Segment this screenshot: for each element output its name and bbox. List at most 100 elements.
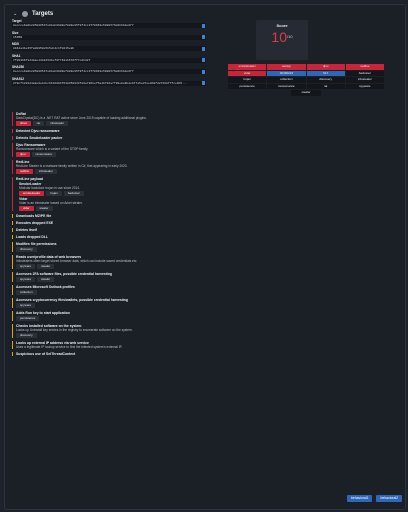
- chevron-down-icon[interactable]: ⌄: [13, 11, 18, 17]
- signature-tags: djvu ransomware: [16, 152, 392, 157]
- signature-title: Suspicious use of SetThreadContext: [16, 352, 76, 356]
- tag-chip[interactable]: rat: [306, 83, 345, 89]
- signature-item[interactable]: Accesses Microsoft Outlook profiles colle…: [12, 285, 392, 295]
- tag-chip[interactable]: collection: [267, 77, 306, 83]
- signature-desc: DarkCrystal(DC) is a .NET RAT active sin…: [16, 116, 147, 120]
- signature-desc: Uses a legitimate IP lookup service to f…: [16, 345, 123, 349]
- signature-tag[interactable]: spyware: [16, 277, 36, 282]
- signature-tags: vidar stealer: [19, 206, 392, 211]
- tag-row: stealer: [228, 90, 384, 96]
- signature-item[interactable]: DcRat DarkCrystal(DC) is a .NET RAT activ…: [12, 112, 392, 126]
- behavioral-button[interactable]: behavioral2: [376, 495, 402, 502]
- signature-tag[interactable]: vidar: [19, 206, 34, 211]
- signature-title: Loads dropped DLL: [16, 235, 49, 239]
- tag-chip[interactable]: infostealer: [345, 77, 384, 83]
- signature-tag[interactable]: rat: [32, 121, 45, 126]
- signature-title: Modifies file permissions: [16, 242, 57, 246]
- field-value[interactable]: 8eccce6a0b285809537e04eb0989ef889e95f8f4…: [12, 69, 206, 74]
- score-card: Score 10/10: [256, 20, 308, 60]
- score-value: 10/10: [256, 30, 308, 44]
- signature-tag[interactable]: trojan: [46, 191, 62, 196]
- field-value[interactable]: 7f89366f1248ae13442534ef9f7491b570ff7cdb…: [12, 57, 206, 63]
- copy-icon[interactable]: [202, 58, 205, 62]
- signature-item[interactable]: Suspicious use of SetThreadContext: [12, 352, 392, 356]
- signature-item[interactable]: Modifies file permissions discovery: [12, 242, 392, 252]
- signature-tag[interactable]: redline: [16, 169, 34, 174]
- tag-row: trojan collection discovery infostealer: [228, 77, 384, 83]
- targets-header[interactable]: ⌄ Targets: [13, 9, 53, 19]
- signature-tag[interactable]: persistence: [16, 316, 40, 321]
- signature-tag[interactable]: djvu: [16, 152, 30, 157]
- signature-item[interactable]: Downloads MZ/PE file: [12, 214, 392, 218]
- signature-item[interactable]: RedLine RedLine Stealer is a malware fami…: [12, 160, 392, 174]
- signature-tag[interactable]: stealer: [37, 264, 55, 269]
- tag-chip[interactable]: 517: [306, 70, 345, 76]
- signature-title: Accesses cryptocurrency files/wallets, p…: [16, 298, 128, 302]
- score-max: /10: [287, 34, 293, 39]
- hash-field: MD5 8942a4be35fa08950e5b5dc4c1f0215e8b: [12, 42, 206, 51]
- score-number: 10: [271, 29, 287, 45]
- tag-chip[interactable]: backdoor: [345, 70, 384, 76]
- signature-item[interactable]: Loads dropped DLL: [12, 235, 392, 239]
- signature-tag[interactable]: stealer: [37, 277, 55, 282]
- signature-item[interactable]: Looks up external IP address via web ser…: [12, 341, 392, 349]
- field-value[interactable]: 278cf1283d4a8e9e4cbc9b16094f638358933fa6…: [12, 80, 206, 86]
- signature-item[interactable]: Accesses cryptocurrency files/wallets, p…: [12, 298, 392, 308]
- status-dot-icon: [22, 11, 28, 17]
- signature-tag[interactable]: backdoor: [63, 191, 85, 196]
- copy-icon[interactable]: [202, 81, 205, 85]
- tag-chip[interactable]: discovery: [306, 77, 345, 83]
- signature-tag[interactable]: discovery: [16, 247, 37, 252]
- signature-desc: Vidar is an infostealer based on Arkei s…: [19, 201, 83, 205]
- signature-tags: dcrat rat infostealer: [16, 121, 392, 126]
- signature-item[interactable]: Djvu Ransomware Ransomware which is a var…: [12, 143, 392, 157]
- signature-tag[interactable]: stealer: [35, 206, 53, 211]
- signature-title: Detected Djvu ransomware: [16, 129, 60, 133]
- hash-field: Target 8eccce6a0b285809537e04eb0989ef889e…: [12, 19, 206, 28]
- signature-tag[interactable]: ransomware: [31, 152, 57, 157]
- tag-chip[interactable]: djvu: [306, 64, 345, 70]
- signature-item[interactable]: Reads user/profile data of web browsers I…: [12, 255, 392, 269]
- field-value[interactable]: 8942a4be35fa08950e5b5dc4c1f0215e8b: [12, 46, 206, 51]
- copy-icon[interactable]: [202, 23, 205, 28]
- copy-icon[interactable]: [202, 46, 205, 51]
- signature-tags: collection: [16, 290, 392, 295]
- tag-chip[interactable]: persistence: [228, 83, 267, 89]
- copy-icon[interactable]: [202, 69, 205, 74]
- tag-chip[interactable]: redline: [345, 64, 384, 70]
- signature-tags: discovery: [16, 247, 392, 252]
- signature-desc: Modular backdoor trojan in use since 201…: [19, 186, 80, 190]
- signature-item[interactable]: Checks installed software on the system L…: [12, 324, 392, 338]
- tag-chip[interactable]: stealer: [291, 90, 321, 96]
- signature-item[interactable]: RedLine payload SmokeLoader Modular backdo…: [12, 177, 392, 211]
- behavioral-button[interactable]: behavioral1: [346, 495, 373, 502]
- tag-chip[interactable]: spyware: [345, 83, 384, 89]
- signature-tag[interactable]: spyware: [16, 264, 36, 269]
- field-value[interactable]: 8eccce6a0b285809537e04eb0989ef889e95f8f4…: [12, 23, 206, 28]
- signature-title: Deletes itself: [16, 228, 37, 232]
- field-value[interactable]: 153MB: [12, 34, 206, 40]
- tag-chip[interactable]: ransomware: [267, 83, 306, 89]
- signature-title: Accesses 2FA software files, possible cr…: [16, 272, 112, 276]
- signature-title: Executes dropped EXE: [16, 221, 54, 225]
- signature-tag[interactable]: discovery: [16, 333, 37, 338]
- signature-item[interactable]: Deletes itself: [12, 228, 392, 232]
- footer-buttons: behavioral1 behavioral2: [346, 495, 402, 502]
- tag-chip[interactable]: 30466224: [267, 70, 306, 76]
- signature-tag[interactable]: infostealer: [46, 121, 69, 126]
- signature-item[interactable]: Detected Djvu ransomware: [12, 129, 392, 133]
- tag-chip[interactable]: trojan: [228, 77, 267, 83]
- tag-chip[interactable]: smokeloader: [228, 64, 267, 70]
- copy-icon[interactable]: [202, 35, 205, 39]
- signature-tag[interactable]: spyware: [16, 303, 36, 308]
- tag-chip[interactable]: vidar: [228, 70, 267, 76]
- tag-chip[interactable]: sectop: [267, 64, 306, 70]
- signature-item[interactable]: Detects Smokeloader packer: [12, 136, 392, 140]
- signature-tag[interactable]: smokeloader: [19, 191, 45, 196]
- signature-tag[interactable]: infostealer: [35, 169, 57, 174]
- signature-item[interactable]: Executes dropped EXE: [12, 221, 392, 225]
- signature-tag[interactable]: dcrat: [16, 121, 31, 126]
- signature-item[interactable]: Adds Run key to start application persist…: [12, 311, 392, 321]
- signature-tag[interactable]: collection: [16, 290, 37, 295]
- signature-item[interactable]: Accesses 2FA software files, possible cr…: [12, 272, 392, 282]
